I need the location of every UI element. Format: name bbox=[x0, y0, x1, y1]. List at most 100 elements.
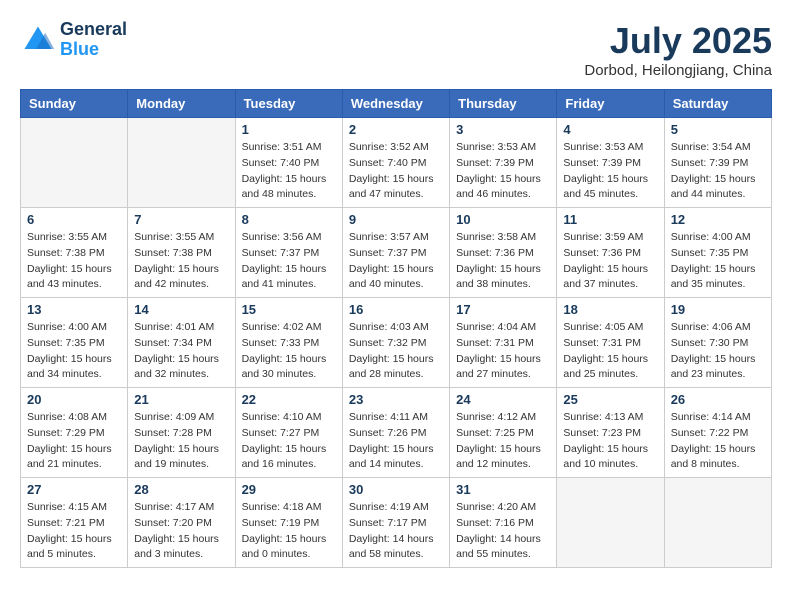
day-number: 4 bbox=[563, 122, 657, 137]
day-number: 13 bbox=[27, 302, 121, 317]
day-number: 25 bbox=[563, 392, 657, 407]
calendar-cell: 31 Sunrise: 4:20 AM Sunset: 7:16 PM Dayli… bbox=[450, 478, 557, 568]
day-number: 19 bbox=[671, 302, 765, 317]
day-number: 1 bbox=[242, 122, 336, 137]
day-info: Sunrise: 4:13 AM Sunset: 7:23 PM Dayligh… bbox=[563, 410, 657, 473]
weekday-header: Saturday bbox=[664, 90, 771, 118]
day-number: 22 bbox=[242, 392, 336, 407]
calendar-cell: 30 Sunrise: 4:19 AM Sunset: 7:17 PM Dayli… bbox=[342, 478, 449, 568]
day-number: 21 bbox=[134, 392, 228, 407]
day-info: Sunrise: 4:04 AM Sunset: 7:31 PM Dayligh… bbox=[456, 320, 550, 383]
day-info: Sunrise: 4:01 AM Sunset: 7:34 PM Dayligh… bbox=[134, 320, 228, 383]
calendar-cell bbox=[664, 478, 771, 568]
calendar-cell: 12 Sunrise: 4:00 AM Sunset: 7:35 PM Dayli… bbox=[664, 208, 771, 298]
day-info: Sunrise: 4:17 AM Sunset: 7:20 PM Dayligh… bbox=[134, 500, 228, 563]
day-info: Sunrise: 3:57 AM Sunset: 7:37 PM Dayligh… bbox=[349, 230, 443, 293]
calendar-cell: 17Sunrise: 4:04 AM Sunset: 7:31 PM Dayli… bbox=[450, 298, 557, 388]
calendar-cell bbox=[128, 118, 235, 208]
day-number: 18 bbox=[563, 302, 657, 317]
calendar-cell: 13 Sunrise: 4:00 AM Sunset: 7:35 PM Dayli… bbox=[21, 298, 128, 388]
month-title: July 2025 bbox=[584, 20, 772, 62]
calendar-cell: 20 Sunrise: 4:08 AM Sunset: 7:29 PM Dayli… bbox=[21, 388, 128, 478]
calendar-cell: 14 Sunrise: 4:01 AM Sunset: 7:34 PM Dayli… bbox=[128, 298, 235, 388]
week-row-3: 13 Sunrise: 4:00 AM Sunset: 7:35 PM Dayli… bbox=[21, 298, 772, 388]
day-info: Sunrise: 4:14 AM Sunset: 7:22 PM Dayligh… bbox=[671, 410, 765, 473]
day-info: Sunrise: 4:00 AM Sunset: 7:35 PM Dayligh… bbox=[27, 320, 121, 383]
day-info: Sunrise: 3:56 AM Sunset: 7:37 PM Dayligh… bbox=[242, 230, 336, 293]
calendar-cell bbox=[557, 478, 664, 568]
location: Dorbod, Heilongjiang, China bbox=[584, 62, 772, 79]
calendar-cell: 10Sunrise: 3:58 AM Sunset: 7:36 PM Dayli… bbox=[450, 208, 557, 298]
weekday-header-row: SundayMondayTuesdayWednesdayThursdayFrid… bbox=[21, 90, 772, 118]
calendar-cell: 9Sunrise: 3:57 AM Sunset: 7:37 PM Daylig… bbox=[342, 208, 449, 298]
day-info: Sunrise: 3:53 AM Sunset: 7:39 PM Dayligh… bbox=[456, 140, 550, 203]
day-info: Sunrise: 4:06 AM Sunset: 7:30 PM Dayligh… bbox=[671, 320, 765, 383]
day-info: Sunrise: 4:02 AM Sunset: 7:33 PM Dayligh… bbox=[242, 320, 336, 383]
calendar-cell: 26 Sunrise: 4:14 AM Sunset: 7:22 PM Dayli… bbox=[664, 388, 771, 478]
week-row-5: 27Sunrise: 4:15 AM Sunset: 7:21 PM Dayli… bbox=[21, 478, 772, 568]
day-number: 23 bbox=[349, 392, 443, 407]
day-info: Sunrise: 3:58 AM Sunset: 7:36 PM Dayligh… bbox=[456, 230, 550, 293]
calendar: SundayMondayTuesdayWednesdayThursdayFrid… bbox=[20, 89, 772, 568]
weekday-header: Friday bbox=[557, 90, 664, 118]
day-number: 14 bbox=[134, 302, 228, 317]
day-info: Sunrise: 3:53 AM Sunset: 7:39 PM Dayligh… bbox=[563, 140, 657, 203]
day-info: Sunrise: 3:54 AM Sunset: 7:39 PM Dayligh… bbox=[671, 140, 765, 203]
weekday-header: Thursday bbox=[450, 90, 557, 118]
title-block: July 2025 Dorbod, Heilongjiang, China bbox=[584, 20, 772, 79]
day-number: 30 bbox=[349, 482, 443, 497]
calendar-cell: 8 Sunrise: 3:56 AM Sunset: 7:37 PM Daylig… bbox=[235, 208, 342, 298]
calendar-cell: 4 Sunrise: 3:53 AM Sunset: 7:39 PM Daylig… bbox=[557, 118, 664, 208]
day-info: Sunrise: 4:18 AM Sunset: 7:19 PM Dayligh… bbox=[242, 500, 336, 563]
logo: General Blue bbox=[20, 20, 127, 60]
calendar-cell: 21 Sunrise: 4:09 AM Sunset: 7:28 PM Dayli… bbox=[128, 388, 235, 478]
day-info: Sunrise: 3:55 AM Sunset: 7:38 PM Dayligh… bbox=[134, 230, 228, 293]
day-number: 5 bbox=[671, 122, 765, 137]
day-number: 6 bbox=[27, 212, 121, 227]
day-info: Sunrise: 4:03 AM Sunset: 7:32 PM Dayligh… bbox=[349, 320, 443, 383]
calendar-cell: 18 Sunrise: 4:05 AM Sunset: 7:31 PM Dayli… bbox=[557, 298, 664, 388]
calendar-cell: 7Sunrise: 3:55 AM Sunset: 7:38 PM Daylig… bbox=[128, 208, 235, 298]
day-info: Sunrise: 3:59 AM Sunset: 7:36 PM Dayligh… bbox=[563, 230, 657, 293]
calendar-cell: 6 Sunrise: 3:55 AM Sunset: 7:38 PM Daylig… bbox=[21, 208, 128, 298]
calendar-cell: 23 Sunrise: 4:11 AM Sunset: 7:26 PM Dayli… bbox=[342, 388, 449, 478]
week-row-1: 1Sunrise: 3:51 AM Sunset: 7:40 PM Daylig… bbox=[21, 118, 772, 208]
week-row-2: 6 Sunrise: 3:55 AM Sunset: 7:38 PM Daylig… bbox=[21, 208, 772, 298]
day-number: 15 bbox=[242, 302, 336, 317]
day-info: Sunrise: 3:55 AM Sunset: 7:38 PM Dayligh… bbox=[27, 230, 121, 293]
day-number: 26 bbox=[671, 392, 765, 407]
calendar-cell: 15 Sunrise: 4:02 AM Sunset: 7:33 PM Dayli… bbox=[235, 298, 342, 388]
day-number: 29 bbox=[242, 482, 336, 497]
day-info: Sunrise: 4:05 AM Sunset: 7:31 PM Dayligh… bbox=[563, 320, 657, 383]
calendar-cell bbox=[21, 118, 128, 208]
weekday-header: Sunday bbox=[21, 90, 128, 118]
calendar-cell: 11 Sunrise: 3:59 AM Sunset: 7:36 PM Dayli… bbox=[557, 208, 664, 298]
day-info: Sunrise: 4:08 AM Sunset: 7:29 PM Dayligh… bbox=[27, 410, 121, 473]
calendar-cell: 29 Sunrise: 4:18 AM Sunset: 7:19 PM Dayli… bbox=[235, 478, 342, 568]
calendar-cell: 16Sunrise: 4:03 AM Sunset: 7:32 PM Dayli… bbox=[342, 298, 449, 388]
day-info: Sunrise: 4:12 AM Sunset: 7:25 PM Dayligh… bbox=[456, 410, 550, 473]
day-number: 12 bbox=[671, 212, 765, 227]
day-number: 20 bbox=[27, 392, 121, 407]
day-number: 24 bbox=[456, 392, 550, 407]
day-info: Sunrise: 4:19 AM Sunset: 7:17 PM Dayligh… bbox=[349, 500, 443, 563]
day-info: Sunrise: 4:10 AM Sunset: 7:27 PM Dayligh… bbox=[242, 410, 336, 473]
logo-text: General Blue bbox=[60, 20, 127, 60]
week-row-4: 20 Sunrise: 4:08 AM Sunset: 7:29 PM Dayli… bbox=[21, 388, 772, 478]
day-number: 31 bbox=[456, 482, 550, 497]
day-info: Sunrise: 4:20 AM Sunset: 7:16 PM Dayligh… bbox=[456, 500, 550, 563]
page-header: General Blue July 2025 Dorbod, Heilongji… bbox=[20, 20, 772, 79]
day-info: Sunrise: 4:09 AM Sunset: 7:28 PM Dayligh… bbox=[134, 410, 228, 473]
calendar-cell: 19 Sunrise: 4:06 AM Sunset: 7:30 PM Dayli… bbox=[664, 298, 771, 388]
day-number: 8 bbox=[242, 212, 336, 227]
calendar-cell: 25 Sunrise: 4:13 AM Sunset: 7:23 PM Dayli… bbox=[557, 388, 664, 478]
calendar-cell: 3Sunrise: 3:53 AM Sunset: 7:39 PM Daylig… bbox=[450, 118, 557, 208]
day-info: Sunrise: 4:15 AM Sunset: 7:21 PM Dayligh… bbox=[27, 500, 121, 563]
logo-line1: General bbox=[60, 20, 127, 40]
calendar-cell: 1Sunrise: 3:51 AM Sunset: 7:40 PM Daylig… bbox=[235, 118, 342, 208]
day-number: 11 bbox=[563, 212, 657, 227]
weekday-header: Tuesday bbox=[235, 90, 342, 118]
day-info: Sunrise: 4:11 AM Sunset: 7:26 PM Dayligh… bbox=[349, 410, 443, 473]
day-info: Sunrise: 4:00 AM Sunset: 7:35 PM Dayligh… bbox=[671, 230, 765, 293]
day-number: 2 bbox=[349, 122, 443, 137]
